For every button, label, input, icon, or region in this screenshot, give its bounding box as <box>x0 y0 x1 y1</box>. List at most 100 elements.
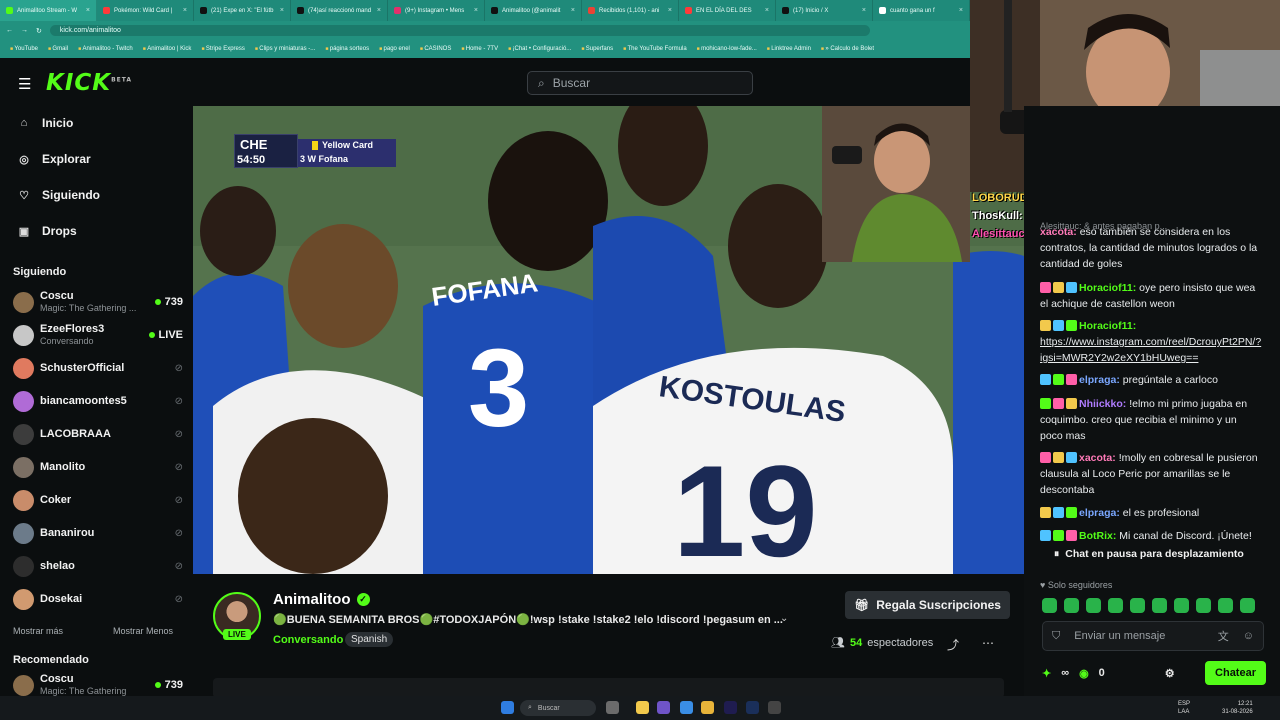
app-icon[interactable] <box>606 701 619 714</box>
menu-icon[interactable]: ☰ <box>18 75 31 93</box>
followed-channel[interactable]: SchusterOfficial ⊘ <box>13 355 183 381</box>
system-clock[interactable]: 12:21 31-08-2026 <box>1222 700 1253 716</box>
close-tab-icon[interactable]: × <box>474 7 478 14</box>
bookmark-item[interactable]: Animalitoo - Twitch <box>78 46 133 52</box>
chrome-icon[interactable] <box>701 701 714 714</box>
bookmark-item[interactable]: The YouTube Formula <box>623 46 687 52</box>
nav-item-inicio[interactable]: ⌂ Inicio <box>18 116 74 130</box>
bookmark-item[interactable]: Superfans <box>581 46 613 52</box>
chat-message[interactable]: xacota: eso también se considera en los … <box>1040 224 1262 272</box>
close-tab-icon[interactable]: × <box>668 7 672 14</box>
chat-message[interactable]: Horaciof11: https://www.instagram.com/re… <box>1040 318 1262 366</box>
stream-category[interactable]: Conversando <box>273 634 343 646</box>
bookmark-item[interactable]: Linktree Admin <box>767 46 811 52</box>
emote-icon[interactable] <box>1042 598 1057 613</box>
emote-icon[interactable] <box>1174 598 1189 613</box>
chat-username[interactable]: Nhiickko: <box>1079 398 1126 410</box>
emote-icon[interactable] <box>1240 598 1255 613</box>
browser-tab[interactable]: Animalitoo Stream - W × <box>0 0 97 21</box>
chat-message[interactable]: elpraga: pregúntale a carloco <box>1040 372 1262 388</box>
emote-icon[interactable] <box>1152 598 1167 613</box>
bookmark-item[interactable]: CASINOS <box>420 46 451 52</box>
chat-link[interactable]: https://www.instagram.com/reel/DcrouyPt2… <box>1040 336 1261 364</box>
close-tab-icon[interactable]: × <box>377 7 381 14</box>
followed-channel[interactable]: shelao ⊘ <box>13 553 183 579</box>
back-icon[interactable]: ← <box>6 27 13 34</box>
reload-icon[interactable]: ↻ <box>36 27 42 35</box>
chat-message[interactable]: elpraga: el es profesional <box>1040 505 1262 521</box>
chat-username[interactable]: Horaciof11: <box>1079 320 1136 332</box>
bookmark-item[interactable]: » Calculo de Bolet <box>821 46 874 52</box>
browser-tab[interactable]: (21) Expe en X: "El fútb × <box>194 0 291 21</box>
chat-message[interactable]: xacota: !molly en cobresal le pusieron c… <box>1040 450 1262 498</box>
bookmark-item[interactable]: YouTube <box>10 46 38 52</box>
discord-icon[interactable] <box>657 701 670 714</box>
expand-title-icon[interactable]: ⌄ <box>780 613 788 624</box>
followed-channel[interactable]: Dosekai ⊘ <box>13 586 183 612</box>
coin-icon[interactable]: ◉ <box>1079 667 1089 680</box>
bookmark-item[interactable]: página sorteos <box>325 46 369 52</box>
share-icon[interactable]: ⤴ <box>947 636 959 653</box>
chat-input[interactable]: ⛉ Enviar un mensaje 文 ☺ <box>1042 621 1264 651</box>
close-tab-icon[interactable]: × <box>862 7 866 14</box>
close-tab-icon[interactable]: × <box>959 7 963 14</box>
send-chat-button[interactable]: Chatear <box>1205 661 1266 685</box>
emote-icon[interactable] <box>1064 598 1079 613</box>
followed-channel[interactable]: Manolito ⊘ <box>13 454 183 480</box>
bookmark-item[interactable]: pago enel <box>379 46 410 52</box>
more-options-icon[interactable]: ⋯ <box>982 636 994 650</box>
followed-channel[interactable]: LACOBRAAA ⊘ <box>13 421 183 447</box>
emote-icon[interactable] <box>1086 598 1101 613</box>
followed-channel[interactable]: biancamoontes5 ⊘ <box>13 388 183 414</box>
settings-icon[interactable]: ⚙ <box>1165 667 1175 680</box>
gift-subs-button[interactable]: 🎁︎ Regala Suscripciones <box>845 591 1010 619</box>
taskbar-search[interactable]: ⌕ Buscar <box>520 700 596 716</box>
nav-item-explorar[interactable]: ◎ Explorar <box>18 152 91 166</box>
browser-tab[interactable]: cuanto gana un f × <box>873 0 970 21</box>
close-tab-icon[interactable]: × <box>183 7 187 14</box>
close-tab-icon[interactable]: × <box>280 7 284 14</box>
recommended-channel[interactable]: Coscu Magic: The Gathering 739 <box>13 674 183 696</box>
explorer-icon[interactable] <box>636 701 649 714</box>
chat-username[interactable]: elpraga: <box>1079 374 1120 386</box>
bookmark-item[interactable]: Home - 7TV <box>461 46 498 52</box>
browser-tab[interactable]: (74)así reaccionó mand × <box>291 0 388 21</box>
bookmark-item[interactable]: Animalitoo | Kick <box>143 46 191 52</box>
browser-tab[interactable]: (17) Inicio / X × <box>776 0 873 21</box>
bookmark-item[interactable]: mohicano-low-fade... <box>697 46 757 52</box>
chat-username[interactable]: xacota: <box>1040 226 1077 238</box>
followed-channel[interactable]: Coscu Magic: The Gathering ... 739 <box>13 289 183 315</box>
nav-item-drops[interactable]: ▣ Drops <box>18 224 77 238</box>
chat-username[interactable]: BotRix: <box>1079 530 1116 542</box>
emote-icon[interactable] <box>1130 598 1145 613</box>
photoshop-icon[interactable] <box>746 701 759 714</box>
followed-channel[interactable]: Bananirou ⊘ <box>13 520 183 546</box>
chat-message[interactable]: BotRix: Mi canal de Discord. ¡Únete! <box>1040 528 1262 544</box>
premiere-icon[interactable] <box>724 701 737 714</box>
emote-bar[interactable] <box>1042 598 1268 614</box>
chat-username[interactable]: xacota: <box>1079 452 1116 464</box>
browser-tab[interactable]: (9+) Instagram • Mens × <box>388 0 485 21</box>
streamer-name[interactable]: Animalitoo ✓ <box>273 591 370 608</box>
language-tag[interactable]: Spanish <box>345 632 394 647</box>
close-tab-icon[interactable]: × <box>86 7 90 14</box>
browser-tab[interactable]: Recibidos (1,101) - ani × <box>582 0 679 21</box>
chat-username[interactable]: Horaciof11: <box>1079 282 1136 294</box>
app-icon[interactable] <box>680 701 693 714</box>
emote-icon[interactable] <box>1108 598 1123 613</box>
forward-icon[interactable]: → <box>21 27 28 34</box>
translate-icon[interactable]: 文 <box>1218 628 1229 644</box>
app-icon[interactable] <box>768 701 781 714</box>
emoji-icon[interactable]: ☺ <box>1243 630 1254 642</box>
show-more-button[interactable]: Mostrar más <box>13 626 63 636</box>
bookmark-item[interactable]: Clips y miniaturas -... <box>255 46 315 52</box>
browser-tab[interactable]: EN EL DÍA DEL DES × <box>679 0 776 21</box>
browser-tab[interactable]: Pokémon: Wild Card | × <box>97 0 194 21</box>
search-input[interactable]: ⌕ Buscar <box>527 71 753 95</box>
followed-channel[interactable]: Coker ⊘ <box>13 487 183 513</box>
nav-item-siguiendo[interactable]: ♡ Siguiendo <box>18 188 100 202</box>
emote-icon[interactable] <box>1196 598 1211 613</box>
kick-logo[interactable]: KICKBETA <box>46 70 132 96</box>
close-tab-icon[interactable]: × <box>571 7 575 14</box>
followed-channel[interactable]: EzeeFlores3 Conversando LIVE <box>13 322 183 348</box>
